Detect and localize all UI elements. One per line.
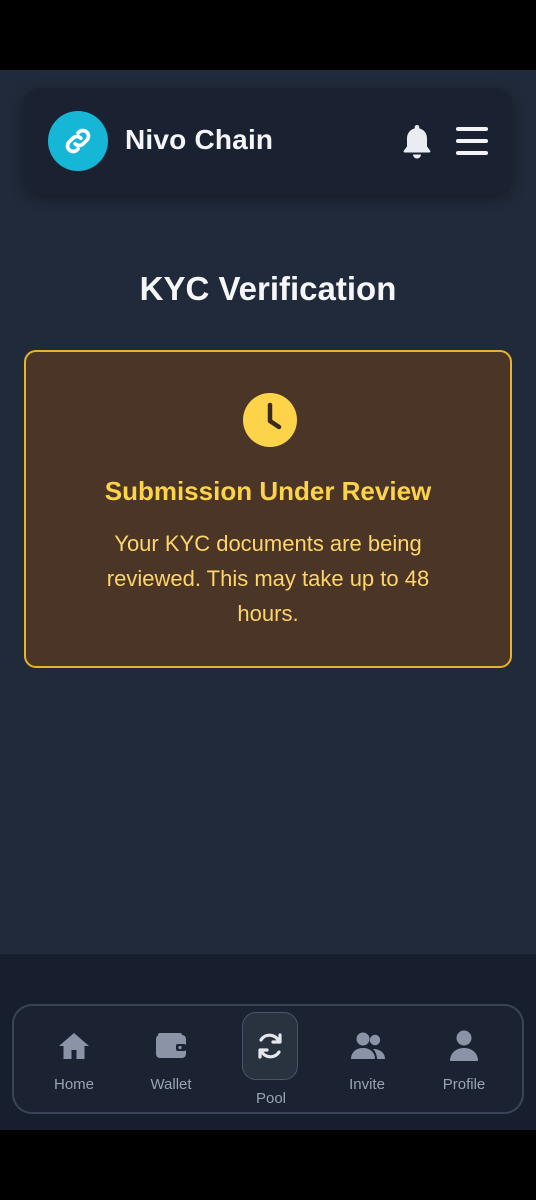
- nav-item-profile[interactable]: Profile: [419, 1006, 509, 1112]
- status-message: Your KYC documents are being reviewed. T…: [106, 531, 430, 626]
- user-icon: [446, 1028, 482, 1064]
- nav-label-pool: Pool: [255, 1090, 287, 1107]
- nav-item-wallet[interactable]: Wallet: [126, 1006, 216, 1112]
- home-icon: [56, 1028, 92, 1064]
- status-bar: [0, 0, 536, 70]
- refresh-icon: [253, 1029, 287, 1063]
- app-header: Nivo Chain: [24, 88, 512, 194]
- users-icon: [349, 1028, 385, 1064]
- nav-label-wallet: Wallet: [150, 1076, 192, 1093]
- nav-label-profile: Profile: [442, 1076, 486, 1093]
- chain-link-logo-icon[interactable]: [48, 111, 108, 171]
- nav-item-home[interactable]: Home: [29, 1006, 119, 1112]
- nav-label-home: Home: [53, 1076, 94, 1093]
- hamburger-menu-icon[interactable]: [456, 125, 490, 157]
- nav-item-pool[interactable]: [242, 1012, 298, 1080]
- app-name: Nivo Chain: [125, 124, 274, 155]
- bottom-nav: Home Wallet Pool Invite Profile: [12, 1004, 524, 1114]
- system-nav-bar: [0, 1130, 536, 1200]
- page-title: KYC Verification: [139, 270, 397, 307]
- wallet-icon: [153, 1028, 189, 1064]
- clock-icon: [242, 392, 298, 448]
- status-title: Submission Under Review: [104, 476, 432, 506]
- nav-label-invite: Invite: [349, 1076, 385, 1093]
- nav-item-invite[interactable]: Invite: [322, 1006, 412, 1112]
- bell-icon[interactable]: [400, 122, 434, 160]
- kyc-status-card: Submission Under Review Your KYC documen…: [24, 350, 512, 668]
